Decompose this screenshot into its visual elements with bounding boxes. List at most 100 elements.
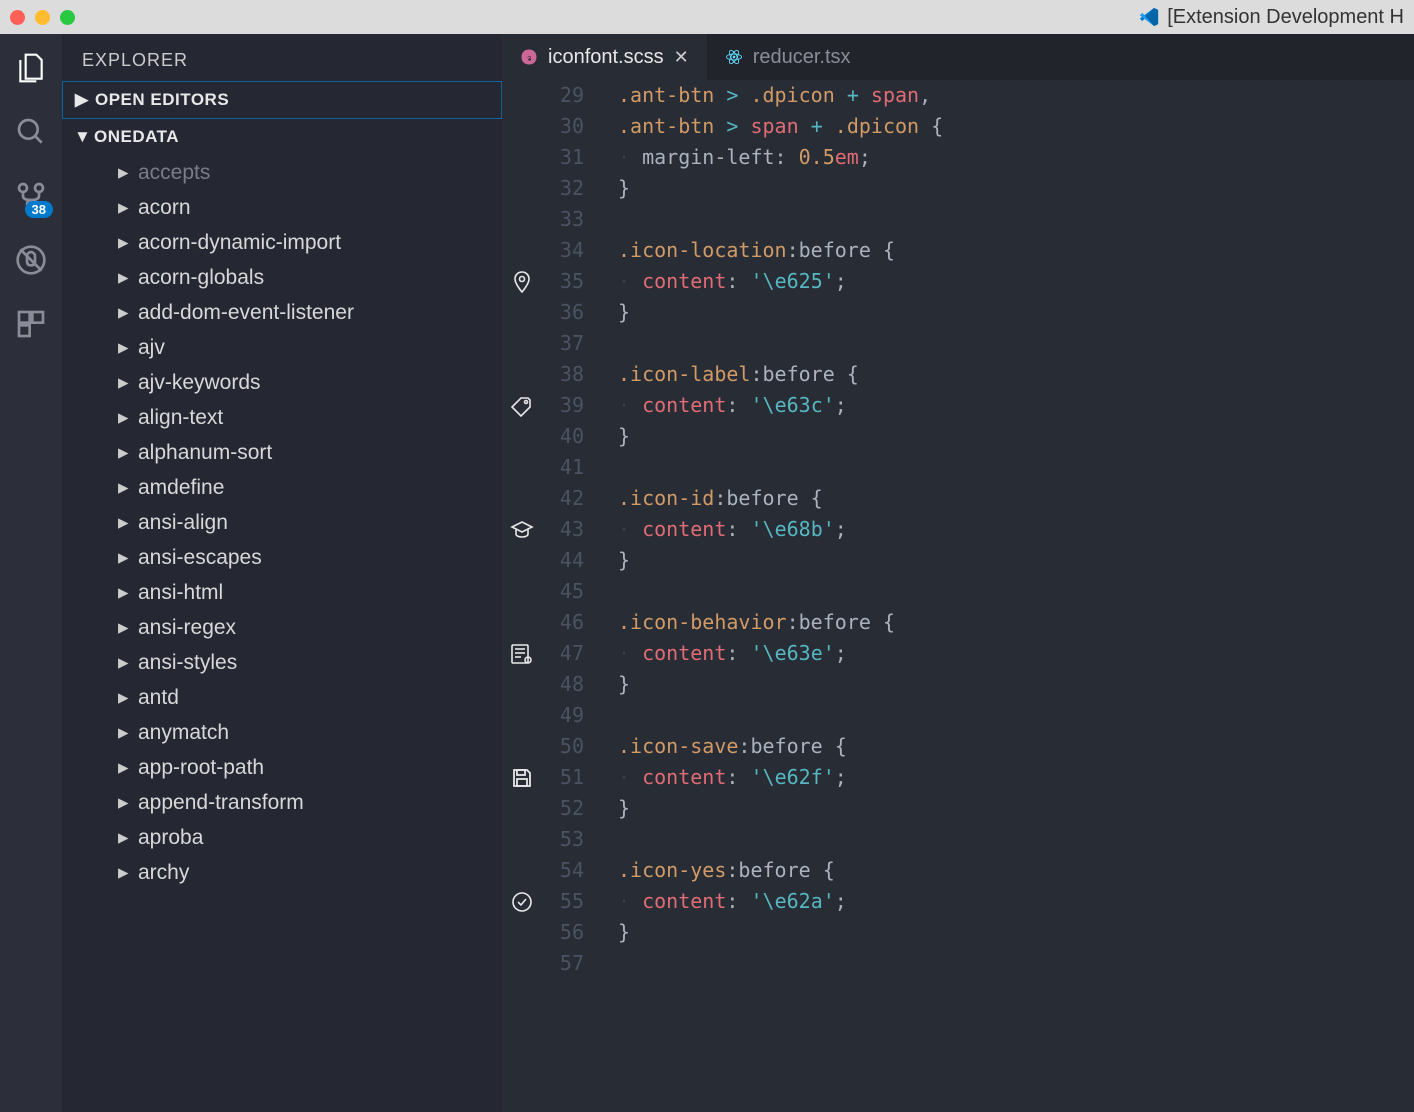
tree-folder[interactable]: ▸acorn-dynamic-import (62, 225, 502, 260)
line-number-gutter: 2930313233343536373839404142434445464748… (542, 80, 598, 1112)
gutter-preview-icon (510, 518, 534, 542)
chevron-right-icon: ▸ (118, 195, 128, 220)
tree-folder[interactable]: ▸ansi-html (62, 575, 502, 610)
code-line[interactable]: · content: '\e62f'; (618, 762, 1414, 793)
line-number: 55 (542, 886, 584, 917)
editor-tab[interactable]: iconfont.scss✕ (502, 34, 707, 80)
tree-folder[interactable]: ▸ajv-keywords (62, 365, 502, 400)
tree-folder[interactable]: ▸anymatch (62, 715, 502, 750)
tree-folder[interactable]: ▸acorn-globals (62, 260, 502, 295)
code-line[interactable]: } (618, 917, 1414, 948)
tree-folder[interactable]: ▸ansi-align (62, 505, 502, 540)
tree-folder[interactable]: ▸ app-root-path (62, 750, 502, 785)
tree-folder[interactable]: ▸archy (62, 855, 502, 890)
window-minimize-button[interactable] (35, 10, 50, 25)
window-maximize-button[interactable] (60, 10, 75, 25)
window-close-button[interactable] (10, 10, 25, 25)
code-line[interactable] (618, 700, 1414, 731)
scm-activity[interactable]: 38 (13, 178, 49, 214)
tree-item-label: acorn-dynamic-import (138, 231, 341, 255)
chevron-right-icon: ▸ (118, 300, 128, 325)
code-line[interactable]: } (618, 669, 1414, 700)
tree-folder[interactable]: ▸accepts (62, 155, 502, 190)
tree-folder[interactable]: ▸alphanum-sort (62, 435, 502, 470)
code-line[interactable]: .icon-label:before { (618, 359, 1414, 390)
code-line[interactable]: · content: '\e62a'; (618, 886, 1414, 917)
code-line[interactable]: · content: '\e68b'; (618, 514, 1414, 545)
tree-item-label: app-root-path (138, 756, 264, 780)
scm-badge: 38 (25, 201, 53, 218)
chevron-down-icon: ▼ (74, 127, 86, 147)
tree-folder[interactable]: ▸aproba (62, 820, 502, 855)
tree-item-label: ansi-styles (138, 651, 237, 675)
code-line[interactable]: .ant-btn > .dpicon + span, (618, 80, 1414, 111)
code-line[interactable] (618, 824, 1414, 855)
tree-folder[interactable]: ▸acorn (62, 190, 502, 225)
line-number: 40 (542, 421, 584, 452)
titlebar: [Extension Development H (0, 0, 1414, 34)
open-editors-section[interactable]: ▶ OPEN EDITORS (62, 81, 502, 119)
tree-folder[interactable]: ▸add-dom-event-listener (62, 295, 502, 330)
code-line[interactable]: .icon-save:before { (618, 731, 1414, 762)
code-line[interactable]: .ant-btn > span + .dpicon { (618, 111, 1414, 142)
code-line[interactable]: · content: '\e625'; (618, 266, 1414, 297)
gutter-preview-icon (510, 766, 534, 790)
tree-item-label: append-transform (138, 791, 304, 815)
code-line[interactable]: · content: '\e63e'; (618, 638, 1414, 669)
tree-item-label: ajv-keywords (138, 371, 261, 395)
tree-item-label: ansi-html (138, 581, 223, 605)
line-number: 39 (542, 390, 584, 421)
code-line[interactable]: · content: '\e63c'; (618, 390, 1414, 421)
tree-folder[interactable]: ▸ansi-styles (62, 645, 502, 680)
code-line[interactable] (618, 204, 1414, 235)
line-number: 43 (542, 514, 584, 545)
line-number: 51 (542, 762, 584, 793)
extensions-activity[interactable] (13, 306, 49, 342)
chevron-right-icon: ▸ (118, 755, 128, 780)
gutter-preview-icon (510, 642, 534, 666)
line-number: 34 (542, 235, 584, 266)
code-line[interactable]: } (618, 297, 1414, 328)
line-number: 30 (542, 111, 584, 142)
tree-folder[interactable]: ▸align-text (62, 400, 502, 435)
explorer-activity[interactable] (13, 50, 49, 86)
code-line[interactable] (618, 452, 1414, 483)
code-line[interactable]: .icon-id:before { (618, 483, 1414, 514)
debug-activity[interactable] (13, 242, 49, 278)
tree-folder[interactable]: ▸ansi-escapes (62, 540, 502, 575)
code-line[interactable] (618, 576, 1414, 607)
line-number: 46 (542, 607, 584, 638)
chevron-right-icon: ▸ (118, 265, 128, 290)
chevron-right-icon: ▸ (118, 720, 128, 745)
tree-folder[interactable]: ▸antd (62, 680, 502, 715)
tree-folder[interactable]: ▸ append-transform (62, 785, 502, 820)
tree-item-label: ansi-regex (138, 616, 236, 640)
code-line[interactable]: } (618, 421, 1414, 452)
editor-tab[interactable]: reducer.tsx (707, 34, 869, 80)
code-line[interactable]: } (618, 793, 1414, 824)
chevron-right-icon: ▸ (118, 860, 128, 885)
code-line[interactable]: .icon-yes:before { (618, 855, 1414, 886)
search-activity[interactable] (13, 114, 49, 150)
file-tree[interactable]: ▸accepts▸acorn▸acorn-dynamic-import▸acor… (62, 155, 502, 1112)
workspace-section[interactable]: ▼ ONEDATA (62, 119, 502, 155)
code-line[interactable]: .icon-behavior:before { (618, 607, 1414, 638)
code-line[interactable] (618, 328, 1414, 359)
tab-label: reducer.tsx (753, 46, 851, 69)
gutter-preview-icon (510, 270, 534, 294)
code-line[interactable]: .icon-location:before { (618, 235, 1414, 266)
code-line[interactable]: · margin-left: 0.5em; (618, 142, 1414, 173)
chevron-right-icon: ▸ (118, 790, 128, 815)
code-line[interactable] (618, 948, 1414, 979)
code-line[interactable]: } (618, 173, 1414, 204)
open-editors-label: OPEN EDITORS (95, 90, 229, 110)
close-icon[interactable]: ✕ (674, 47, 689, 68)
tree-folder[interactable]: ▸ajv (62, 330, 502, 365)
tree-item-label: ansi-align (138, 511, 228, 535)
tree-folder[interactable]: ▸ansi-regex (62, 610, 502, 645)
line-number: 37 (542, 328, 584, 359)
line-number: 42 (542, 483, 584, 514)
tree-folder[interactable]: ▸amdefine (62, 470, 502, 505)
code-content[interactable]: .ant-btn > .dpicon + span,.ant-btn > spa… (598, 80, 1414, 1112)
code-line[interactable]: } (618, 545, 1414, 576)
